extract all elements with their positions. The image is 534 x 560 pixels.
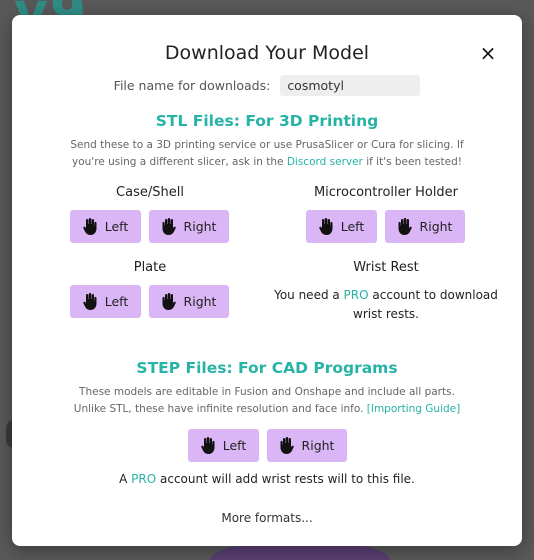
hand-icon <box>83 293 97 310</box>
discord-server-link[interactable]: Discord server <box>287 156 363 168</box>
step-buttons: Left Right <box>188 429 347 462</box>
case-shell-title: Case/Shell <box>116 185 184 200</box>
pro-link[interactable]: PRO <box>344 288 369 302</box>
left-label: Left <box>104 294 129 309</box>
right-label: Right <box>419 219 453 234</box>
right-label: Right <box>183 219 217 234</box>
right-label: Right <box>301 438 335 453</box>
note-text: You need a <box>274 288 344 302</box>
close-icon: × <box>479 41 497 65</box>
microcontroller-holder-right-button[interactable]: Right <box>385 210 465 243</box>
file-name-label: File name for downloads: <box>113 78 271 93</box>
more-formats-link[interactable]: More formats... <box>12 511 522 525</box>
close-button[interactable]: × <box>478 41 498 65</box>
step-description: These models are editable in Fusion and … <box>64 384 470 418</box>
file-name-input[interactable] <box>280 75 421 96</box>
hand-icon <box>280 437 294 454</box>
note-text: A <box>119 472 132 486</box>
plate-left-button[interactable]: Left <box>70 285 141 318</box>
wrist-rest-title: Wrist Rest <box>353 260 419 275</box>
case-shell-buttons: Left Right <box>70 210 229 243</box>
stl-description: Send these to a 3D printing service or u… <box>62 137 472 171</box>
download-modal: Download Your Model × File name for down… <box>12 15 522 546</box>
step-heading: STEP Files: For CAD Programs <box>136 359 398 377</box>
microcontroller-holder-buttons: Left Right <box>306 210 465 243</box>
plate-right-button[interactable]: Right <box>149 285 229 318</box>
stl-description-text-end: if it's been tested! <box>362 156 462 168</box>
left-label: Left <box>104 219 129 234</box>
note-text-end: account will add wrist rests will to thi… <box>156 472 415 486</box>
left-label: Left <box>340 219 365 234</box>
microcontroller-holder-left-button[interactable]: Left <box>306 210 377 243</box>
hand-icon <box>162 293 176 310</box>
modal-title: Download Your Model <box>164 42 370 64</box>
hand-icon <box>398 218 412 235</box>
case-shell-right-button[interactable]: Right <box>149 210 229 243</box>
hand-icon <box>319 218 333 235</box>
stl-heading: STL Files: For 3D Printing <box>155 112 379 130</box>
importing-guide-link[interactable]: [Importing Guide] <box>367 403 460 415</box>
file-name-row: File name for downloads: <box>12 75 522 96</box>
note-text-end: account to download wrist rests. <box>353 288 498 321</box>
pro-link[interactable]: PRO <box>131 472 156 486</box>
hand-icon <box>162 218 176 235</box>
plate-buttons: Left Right <box>70 285 229 318</box>
hand-icon <box>201 437 215 454</box>
wrist-rest-pro-note: You need a PRO account to download wrist… <box>270 286 502 324</box>
step-left-button[interactable]: Left <box>188 429 259 462</box>
case-shell-left-button[interactable]: Left <box>70 210 141 243</box>
step-right-button[interactable]: Right <box>267 429 347 462</box>
plate-title: Plate <box>133 260 167 275</box>
right-label: Right <box>183 294 217 309</box>
left-label: Left <box>222 438 247 453</box>
microcontroller-holder-title: Microcontroller Holder <box>313 185 459 200</box>
step-pro-note: A PRO account will add wrist rests will … <box>12 470 522 489</box>
hand-icon <box>83 218 97 235</box>
